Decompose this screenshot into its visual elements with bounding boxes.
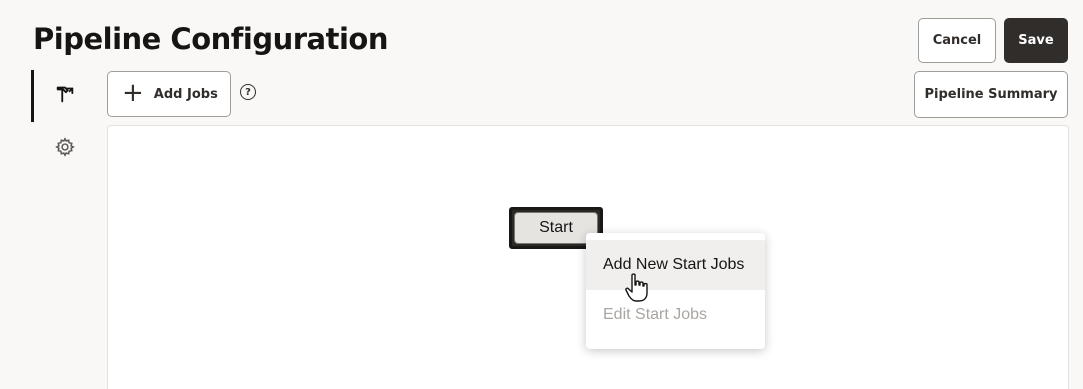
rail-item-jobs[interactable]: [50, 79, 80, 109]
hand-pointer-cursor-icon: [625, 273, 648, 302]
save-button[interactable]: Save: [1004, 18, 1068, 63]
page-title: Pipeline Configuration: [33, 22, 388, 56]
pipeline-summary-button[interactable]: Pipeline Summary: [914, 71, 1068, 118]
plus-icon: +: [122, 78, 144, 108]
active-rail-indicator: [31, 70, 34, 122]
question-circle-icon[interactable]: ?: [240, 84, 256, 100]
hammer-icon: [56, 86, 74, 103]
rail-item-settings[interactable]: [50, 132, 80, 162]
menu-item-add-new-start-jobs[interactable]: Add New Start Jobs: [586, 240, 765, 290]
gear-icon: [55, 137, 75, 157]
add-jobs-label: Add Jobs: [153, 86, 218, 102]
menu-item-edit-start-jobs: Edit Start Jobs: [603, 306, 708, 323]
add-jobs-button[interactable]: + Add Jobs: [107, 71, 231, 117]
cancel-button[interactable]: Cancel: [918, 18, 996, 63]
context-menu: Add New Start Jobs Edit Start Jobs: [586, 233, 765, 349]
